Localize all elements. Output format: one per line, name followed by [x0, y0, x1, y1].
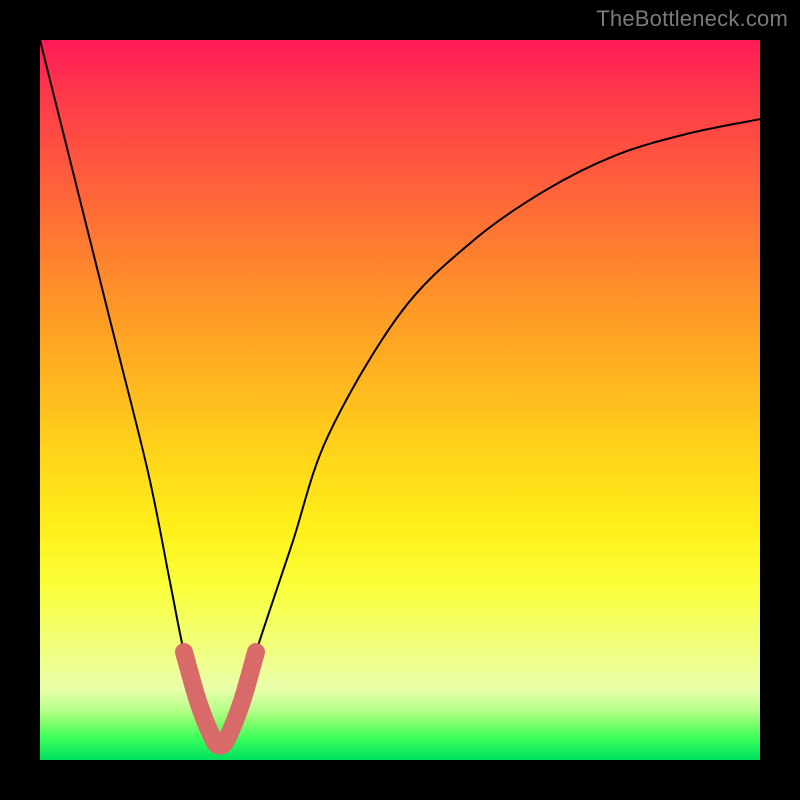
bottleneck-curve: [40, 40, 760, 746]
curve-layer: [40, 40, 760, 760]
optimal-range-highlight: [184, 652, 256, 746]
watermark-text: TheBottleneck.com: [596, 6, 788, 32]
chart-frame: TheBottleneck.com: [0, 0, 800, 800]
plot-area: [40, 40, 760, 760]
